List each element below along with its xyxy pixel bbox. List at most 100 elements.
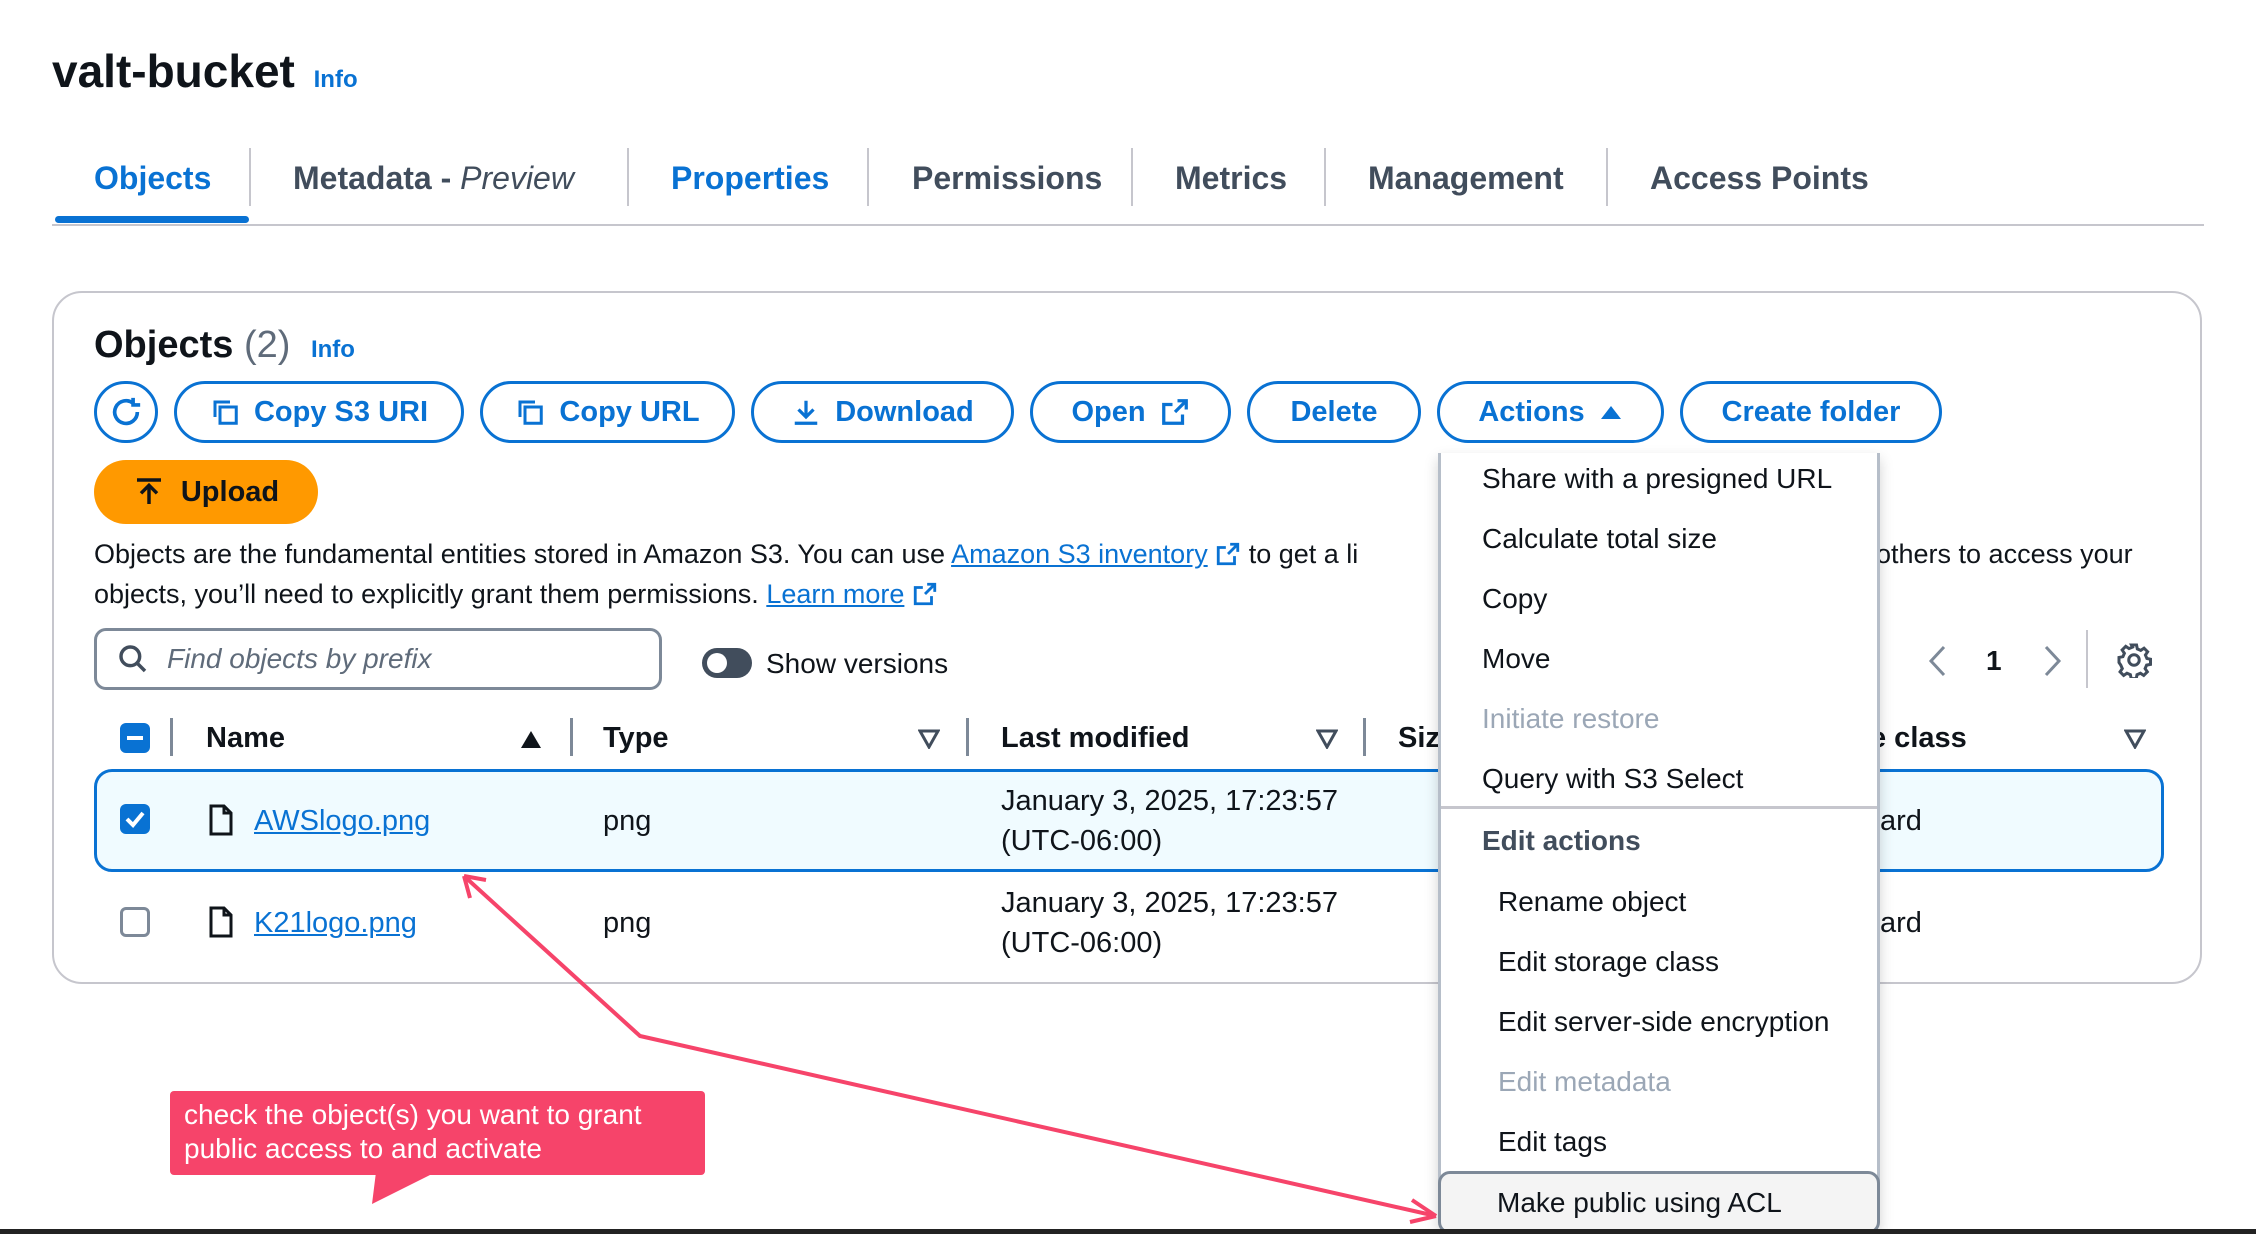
menu-item-edit-tags[interactable]: Edit tags [1498,1126,1607,1158]
caret-up-icon [1600,406,1621,419]
tabs-baseline [52,224,2204,226]
menu-item-make-public-acl[interactable]: Make public using ACL [1497,1187,1782,1219]
window-bottom-edge [0,1229,2256,1234]
copy-icon [213,400,238,425]
desc-line2: objects, you’ll need to explicitly grant… [94,579,767,609]
objects-info-link[interactable]: Info [311,336,355,363]
copy-url-button[interactable]: Copy URL [480,381,735,443]
open-button[interactable]: Open [1030,381,1231,443]
show-versions-label: Show versions [766,648,949,679]
upload-icon [136,478,161,504]
object-name-link[interactable]: K21logo.png [254,907,417,940]
tab-management[interactable]: Management [1368,160,1564,197]
modified-tz: (UTC-06:00) [1001,927,1163,959]
menu-item-move[interactable]: Move [1482,643,1550,675]
show-versions-toggle[interactable] [702,648,752,678]
download-button[interactable]: Download [751,381,1014,443]
bucket-info-link[interactable]: Info [314,66,358,93]
column-header-name[interactable]: Name [206,722,285,755]
menu-item-edit-storage-class[interactable]: Edit storage class [1498,946,1719,978]
objects-panel-title: Objects (2) Info [94,324,355,367]
copy-s3-uri-label: Copy S3 URI [253,395,429,428]
tab-objects[interactable]: Objects [94,160,211,197]
refresh-button[interactable] [94,381,158,443]
gear-icon[interactable] [2116,642,2152,678]
tab-divider [867,148,869,206]
search-input[interactable]: Find objects by prefix [94,628,662,690]
copy-icon [518,400,544,425]
object-storage-class: ard [1880,805,1922,837]
download-icon [794,400,818,425]
objects-description: Objects are the fundamental entities sto… [94,534,1494,614]
chevron-left-icon[interactable] [1926,644,1950,678]
menu-item-edit-metadata: Edit metadata [1498,1066,1671,1097]
tab-divider [1131,148,1133,206]
delete-button[interactable]: Delete [1247,381,1421,443]
menu-item-initiate-restore: Initiate restore [1482,703,1660,734]
search-icon [119,645,147,673]
tab-divider [627,148,629,206]
column-header-storage-class[interactable]: e class [1870,722,1967,755]
object-type: png [603,805,652,837]
tab-metrics[interactable]: Metrics [1175,160,1287,197]
sort-ascending-icon[interactable] [520,729,542,749]
sort-icon[interactable] [918,729,940,749]
menu-item-rename-object[interactable]: Rename object [1498,886,1686,918]
tab-access-points[interactable]: Access Points [1650,160,1869,197]
learn-more-link[interactable]: Learn more [766,579,904,609]
pager-divider [2086,630,2088,688]
chevron-right-icon[interactable] [2040,644,2064,678]
menu-item-calculate-total-size[interactable]: Calculate total size [1482,523,1717,555]
copy-url-label: Copy URL [559,395,700,428]
menu-item-query-s3-select[interactable]: Query with S3 Select [1482,763,1743,795]
tab-metadata-label: Metadata - [293,160,461,196]
search-placeholder: Find objects by prefix [167,643,432,674]
file-icon [209,804,233,836]
menu-item-copy[interactable]: Copy [1482,583,1547,615]
download-label: Download [835,395,974,428]
column-header-last-modified[interactable]: Last modified [1001,722,1190,755]
column-header-size[interactable]: Siz [1398,722,1440,755]
create-folder-button[interactable]: Create folder [1680,381,1942,443]
object-last-modified: January 3, 2025, 17:23:57 (UTC-06:00) [1001,781,1338,861]
tab-divider [1324,148,1326,206]
object-name-link[interactable]: AWSlogo.png [254,805,430,838]
desc-part3: others to access your [1876,539,2133,569]
annotation-text: check the object(s) you want to grant pu… [184,1099,642,1164]
tab-properties[interactable]: Properties [671,160,829,197]
desc-part2: to get a li [1241,539,1359,569]
tab-metadata[interactable]: Metadata - Preview [293,160,574,197]
upload-button[interactable]: Upload [94,460,318,524]
tab-divider [249,148,251,206]
tab-metadata-preview: Preview [460,160,574,196]
external-link-icon [1217,542,1240,566]
bucket-name: valt-bucket [52,45,295,97]
actions-label: Actions [1478,395,1585,428]
column-divider [1363,718,1366,756]
objects-title: Objects [94,324,234,366]
select-all-checkbox[interactable] [120,723,150,753]
column-header-type[interactable]: Type [603,722,669,755]
external-link-icon [913,582,937,606]
actions-button[interactable]: Actions [1437,381,1664,443]
copy-s3-uri-button[interactable]: Copy S3 URI [174,381,464,443]
column-divider [170,718,173,756]
page-number[interactable]: 1 [1986,645,2002,677]
menu-item-edit-server-side-encryption[interactable]: Edit server-side encryption [1498,1006,1829,1038]
tab-permissions[interactable]: Permissions [912,160,1102,197]
object-last-modified: January 3, 2025, 17:23:57 (UTC-06:00) [1001,883,1338,963]
row-checkbox[interactable] [120,907,150,937]
sort-icon[interactable] [2124,729,2146,749]
checkmark-icon [125,811,145,828]
object-storage-class: ard [1880,907,1922,939]
s3-inventory-link[interactable]: Amazon S3 inventory [951,539,1208,569]
column-divider [570,718,573,756]
row-checkbox[interactable] [120,804,150,834]
file-icon [209,906,233,938]
refresh-icon [112,397,141,426]
open-label: Open [1071,395,1146,428]
menu-item-share-presigned-url[interactable]: Share with a presigned URL [1482,463,1832,495]
menu-divider [1441,806,1877,809]
sort-icon[interactable] [1316,729,1338,749]
active-tab-indicator [55,216,249,223]
